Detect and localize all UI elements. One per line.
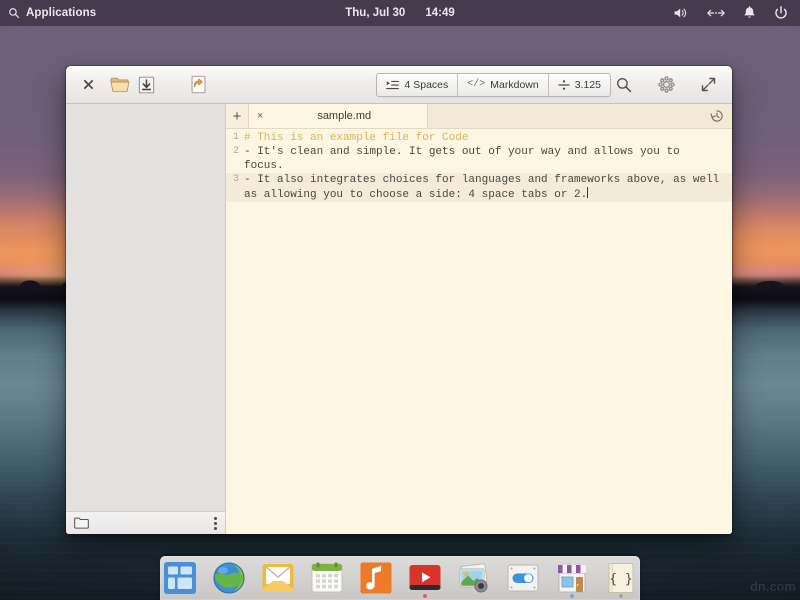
code-line-content: - It also integrates choices for languag…	[244, 174, 726, 201]
envelope-icon	[261, 561, 295, 595]
dock-item-system-settings[interactable]	[503, 561, 542, 599]
code-editor-window: 4 Spaces </> Markdown 3.125	[66, 66, 732, 534]
editor-pane: + × sample.md	[226, 104, 732, 534]
sidebar-footer	[66, 511, 225, 534]
dock-item-web-browser[interactable]	[209, 561, 248, 599]
line-number: 2	[226, 145, 244, 159]
text-cursor	[587, 187, 588, 198]
code-line-text[interactable]: - It's clean and simple. It gets out of …	[244, 145, 732, 173]
svg-text:{ }: { }	[609, 572, 632, 587]
indent-label: 4 Spaces	[404, 79, 448, 91]
panel-date[interactable]: Thu, Jul 30	[345, 7, 405, 19]
code-line[interactable]: 2 - It's clean and simple. It gets out o…	[226, 145, 732, 173]
dock-item-code[interactable]: { }	[601, 561, 640, 599]
window-headerbar: 4 Spaces </> Markdown 3.125	[66, 66, 732, 104]
code-line[interactable]: 1 # This is an example file for Code	[226, 131, 732, 145]
code-text-area[interactable]: 1 # This is an example file for Code 2 -…	[226, 129, 732, 534]
headerbar-right-group	[611, 73, 723, 97]
calculator-button[interactable]: 3.125	[549, 74, 610, 96]
new-tab-button[interactable]: +	[226, 104, 249, 128]
desktop-screen: Applications Thu, Jul 30 14:49	[0, 0, 800, 600]
dock-item-calendar[interactable]	[307, 561, 346, 599]
sidebar-file-list[interactable]	[66, 104, 225, 511]
panel-time[interactable]: 14:49	[425, 7, 454, 19]
gear-icon[interactable]	[653, 73, 679, 97]
language-button[interactable]: </> Markdown	[458, 74, 548, 96]
dock-item-mail[interactable]	[258, 561, 297, 599]
dock-item-photos[interactable]	[454, 561, 493, 599]
running-indicator	[619, 594, 623, 598]
dock-item-applications-menu[interactable]	[160, 561, 199, 599]
panel-left-group: Applications	[0, 7, 96, 19]
save-download-icon[interactable]	[133, 73, 159, 97]
more-vertical-icon[interactable]	[214, 517, 217, 530]
music-note-icon	[359, 561, 393, 595]
power-icon[interactable]	[774, 6, 788, 21]
search-icon	[8, 7, 20, 19]
window-body: + × sample.md	[66, 104, 732, 534]
fullscreen-icon[interactable]	[695, 73, 721, 97]
code-line-text[interactable]: - It also integrates choices for languag…	[244, 173, 732, 202]
storefront-icon	[555, 561, 589, 595]
editor-tab-sample-md[interactable]: × sample.md	[249, 104, 428, 128]
editor-options-segmented: 4 Spaces </> Markdown 3.125	[376, 73, 611, 97]
dock-item-videos[interactable]	[405, 561, 444, 599]
language-label: Markdown	[490, 79, 538, 91]
code-tags-icon: </>	[467, 79, 485, 90]
history-clock-icon[interactable]	[710, 109, 724, 123]
indent-icon	[386, 80, 399, 90]
line-number: 3	[226, 173, 244, 187]
close-window-button[interactable]	[75, 73, 101, 97]
line-number: 1	[226, 131, 244, 145]
calculator-label: 3.125	[575, 79, 601, 91]
volume-icon[interactable]	[673, 6, 689, 20]
applications-menu-button[interactable]: Applications	[8, 7, 96, 19]
tabbar-right-group	[710, 104, 732, 128]
revert-icon[interactable]	[185, 73, 211, 97]
applications-menu-label: Applications	[26, 7, 96, 19]
markdown-heading-text: # This is an example file for Code	[244, 132, 468, 144]
divide-icon	[558, 79, 570, 91]
code-line-text[interactable]: # This is an example file for Code	[244, 131, 732, 145]
code-line-current[interactable]: 3 - It also integrates choices for langu…	[226, 173, 732, 202]
editor-tabbar: + × sample.md	[226, 104, 732, 129]
running-indicator	[423, 594, 427, 598]
indent-button[interactable]: 4 Spaces	[377, 74, 458, 96]
tab-label: sample.md	[271, 110, 417, 122]
toggle-switch-icon	[506, 561, 540, 595]
folder-icon[interactable]	[74, 517, 89, 529]
app-grid-icon	[163, 561, 197, 595]
dock-item-appcenter[interactable]	[552, 561, 591, 599]
photos-icon	[457, 561, 491, 595]
panel-indicators	[673, 6, 800, 21]
play-button-icon	[408, 561, 442, 595]
top-panel: Applications Thu, Jul 30 14:49	[0, 0, 800, 26]
tabbar-empty-space	[428, 104, 710, 128]
project-sidebar[interactable]	[66, 104, 226, 534]
search-icon[interactable]	[611, 73, 637, 97]
dock-item-music[interactable]	[356, 561, 395, 599]
dock: { }	[160, 556, 640, 600]
open-file-button[interactable]	[107, 73, 133, 97]
notifications-icon[interactable]	[743, 6, 756, 21]
braces-icon: { }	[604, 561, 638, 595]
close-tab-icon[interactable]: ×	[257, 110, 263, 122]
calendar-icon	[310, 561, 344, 595]
globe-icon	[212, 561, 246, 595]
network-icon[interactable]	[707, 7, 725, 19]
running-indicator	[570, 594, 574, 598]
